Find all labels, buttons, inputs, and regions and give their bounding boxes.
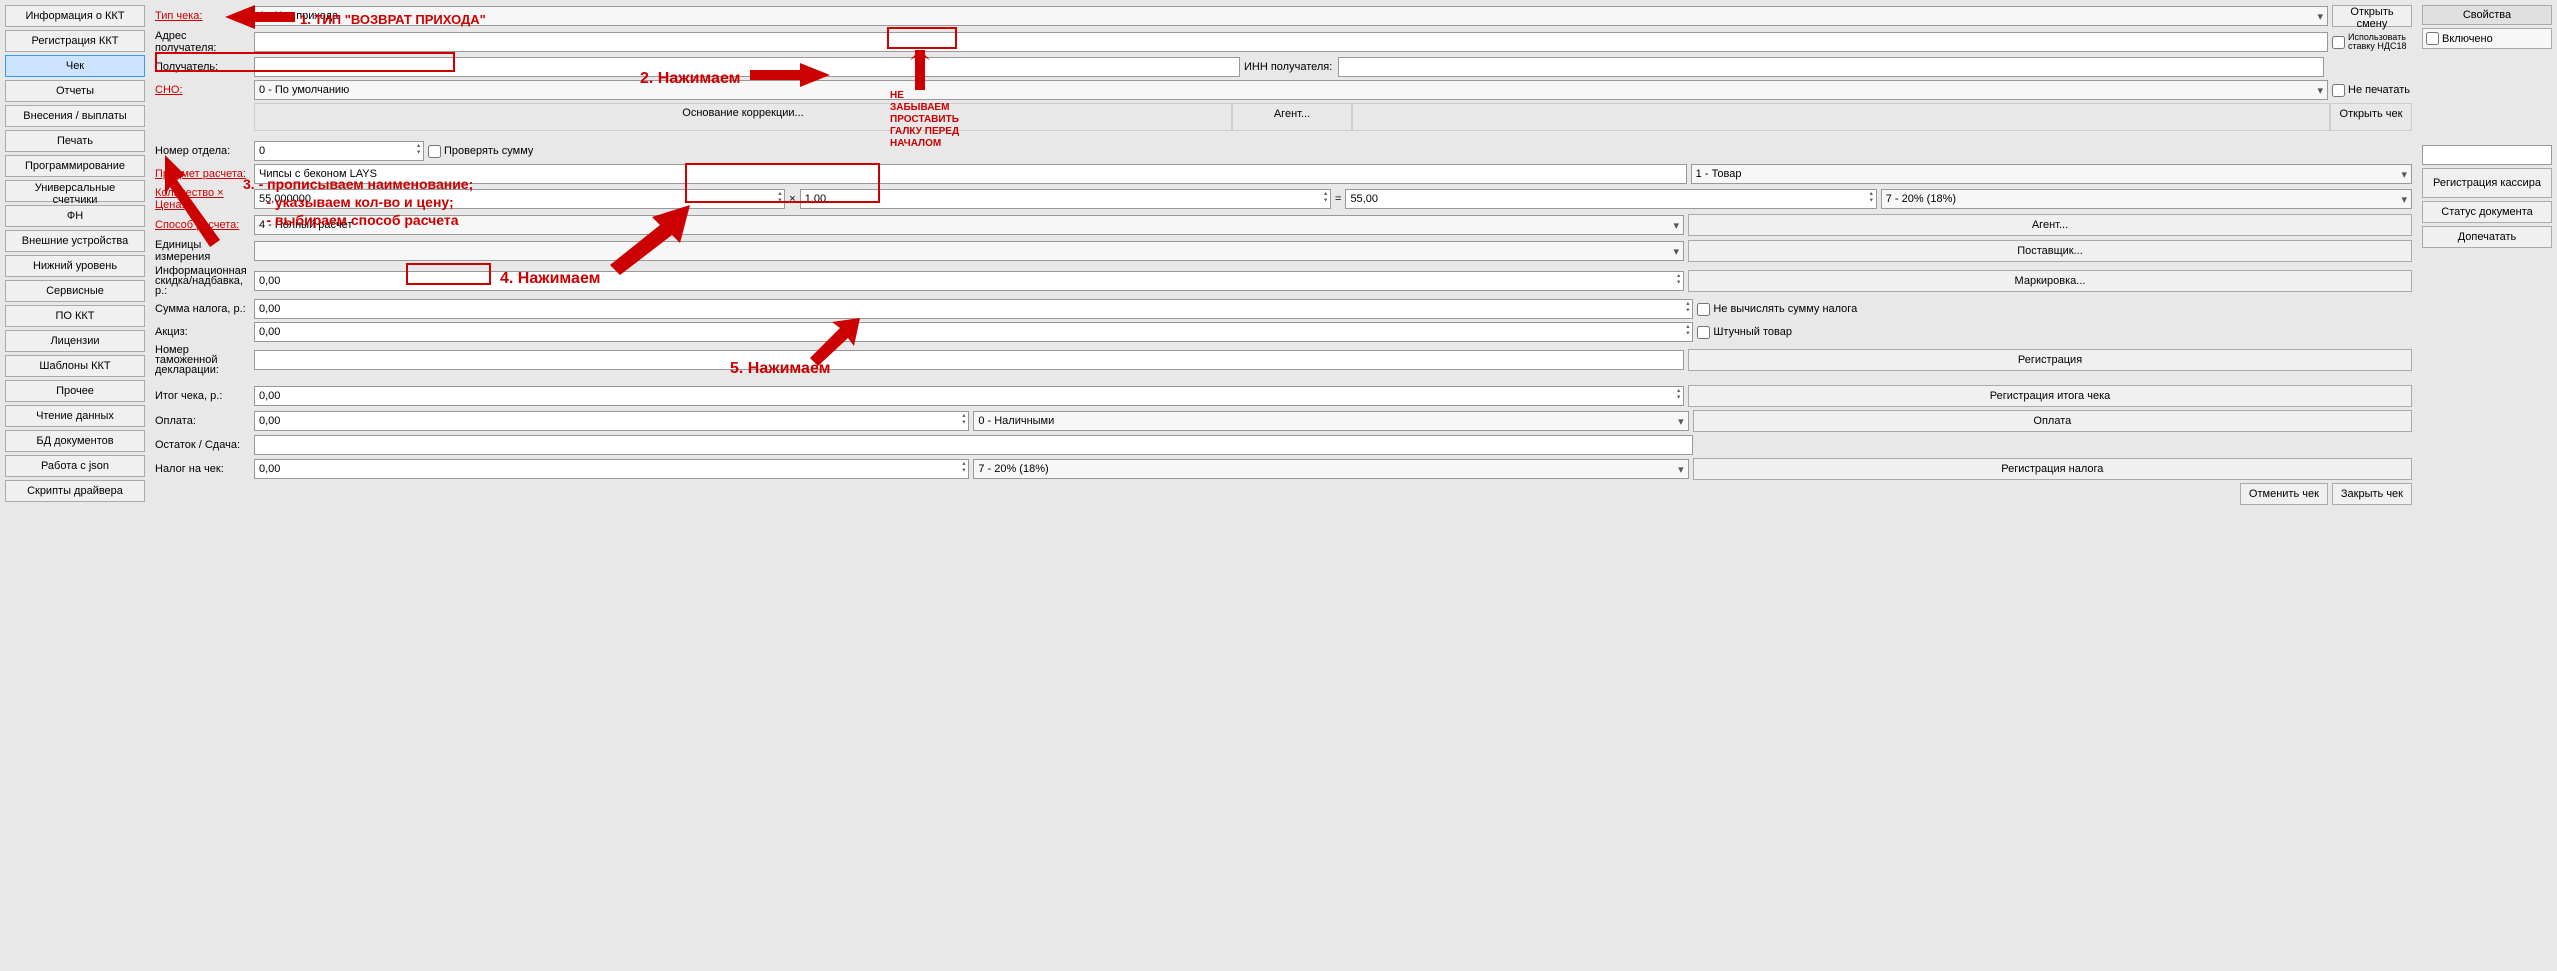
agent-button-top[interactable]: Агент... bbox=[1232, 103, 1352, 131]
agent-button[interactable]: Агент... bbox=[1688, 214, 2412, 236]
subject-type-combo[interactable]: 1 - Товар bbox=[1691, 164, 2412, 184]
sidebar-item-ext-devices[interactable]: Внешние устройства bbox=[5, 230, 145, 252]
properties-header: Свойства bbox=[2422, 5, 2552, 25]
close-check-button[interactable]: Закрыть чек bbox=[2332, 483, 2412, 505]
sno-combo[interactable]: 0 - По умолчанию bbox=[254, 80, 2328, 100]
open-shift-button[interactable]: Открыть смену bbox=[2332, 5, 2412, 27]
no-print-check[interactable]: Не печатать bbox=[2332, 84, 2412, 97]
sidebar-item-templates[interactable]: Шаблоны ККТ bbox=[5, 355, 145, 377]
right-panel: Свойства Включено Регистрация кассира Ст… bbox=[2417, 0, 2557, 600]
check-tax-label: Налог на чек: bbox=[155, 463, 250, 475]
customs-label: Номер таможенной декларации: bbox=[155, 345, 250, 375]
check-tax-input[interactable]: 0,00 bbox=[254, 459, 969, 479]
subject-input[interactable] bbox=[254, 164, 1687, 184]
check-type-combo[interactable]: 1 - Чек прихода bbox=[254, 6, 2328, 26]
price-input[interactable]: 1,00 bbox=[800, 189, 1331, 209]
info-discount-label: Информационная скидка/надбавка, р.: bbox=[155, 266, 250, 296]
sidebar-item-json[interactable]: Работа с json bbox=[5, 455, 145, 477]
check-total-label: Итог чека, р.: bbox=[155, 390, 250, 402]
qty-input[interactable]: 55,000000 bbox=[254, 189, 785, 209]
sno-label: СНО: bbox=[155, 84, 250, 96]
right-input[interactable] bbox=[2422, 145, 2552, 165]
tax-combo[interactable]: 7 - 20% (18%) bbox=[1881, 189, 2412, 209]
total-input[interactable]: 55,00 bbox=[1345, 189, 1876, 209]
marking-button[interactable]: Маркировка... bbox=[1688, 270, 2412, 292]
equals-label: = bbox=[1335, 193, 1341, 205]
sidebar-item-programming[interactable]: Программирование bbox=[5, 155, 145, 177]
sidebar-item-kkt-software[interactable]: ПО ККТ bbox=[5, 305, 145, 327]
check-tax-type-combo[interactable]: 7 - 20% (18%) bbox=[973, 459, 1688, 479]
sidebar-item-check[interactable]: Чек bbox=[5, 55, 145, 77]
excise-input[interactable]: 0,00 bbox=[254, 322, 1693, 342]
recipient-label: Получатель: bbox=[155, 61, 250, 73]
correction-button[interactable]: Основание коррекции... bbox=[254, 103, 1232, 131]
sidebar-item-print[interactable]: Печать bbox=[5, 130, 145, 152]
sidebar-item-reports[interactable]: Отчеты bbox=[5, 80, 145, 102]
use-vat18-check[interactable]: Использовать ставку НДС18 bbox=[2332, 33, 2412, 51]
reg-tax-button[interactable]: Регистрация налога bbox=[1693, 458, 2412, 480]
customs-input[interactable] bbox=[254, 350, 1684, 370]
sidebar-item-low-level[interactable]: Нижний уровень bbox=[5, 255, 145, 277]
excise-label: Акциз: bbox=[155, 326, 250, 338]
payment-button[interactable]: Оплата bbox=[1693, 410, 2412, 432]
sidebar-item-reg[interactable]: Регистрация ККТ bbox=[5, 30, 145, 52]
registration-button[interactable]: Регистрация bbox=[1688, 349, 2412, 371]
change-label: Остаток / Сдача: bbox=[155, 439, 250, 451]
inn-label: ИНН получателя: bbox=[1244, 61, 1334, 73]
enabled-check[interactable]: Включено bbox=[2422, 28, 2552, 49]
sidebar-item-scripts[interactable]: Скрипты драйвера bbox=[5, 480, 145, 502]
recipient-addr-input[interactable] bbox=[254, 32, 2328, 52]
dept-no-input[interactable]: 0 bbox=[254, 141, 424, 161]
sidebar-item-info[interactable]: Информация о ККТ bbox=[5, 5, 145, 27]
recipient-input[interactable] bbox=[254, 57, 1240, 77]
sidebar-item-db-docs[interactable]: БД документов bbox=[5, 430, 145, 452]
sidebar-item-read-data[interactable]: Чтение данных bbox=[5, 405, 145, 427]
tax-sum-input[interactable]: 0,00 bbox=[254, 299, 1693, 319]
payment-label: Оплата: bbox=[155, 415, 250, 427]
sidebar-item-fn[interactable]: ФН bbox=[5, 205, 145, 227]
verify-sum-check[interactable]: Проверять сумму bbox=[428, 145, 533, 158]
sidebar: Информация о ККТ Регистрация ККТ Чек Отч… bbox=[0, 0, 150, 600]
payment-input[interactable]: 0,00 bbox=[254, 411, 969, 431]
payment-type-combo[interactable]: 0 - Наличными bbox=[973, 411, 1688, 431]
piece-goods-check[interactable]: Штучный товар bbox=[1697, 326, 2412, 339]
open-check-button[interactable]: Открыть чек bbox=[2330, 103, 2412, 131]
supplier-button[interactable]: Поставщик... bbox=[1688, 240, 2412, 262]
tax-sum-label: Сумма налога, р.: bbox=[155, 303, 250, 315]
sidebar-item-licenses[interactable]: Лицензии bbox=[5, 330, 145, 352]
check-total-input[interactable]: 0,00 bbox=[254, 386, 1684, 406]
change-input[interactable] bbox=[254, 435, 1693, 455]
reg-check-total-button[interactable]: Регистрация итога чека bbox=[1688, 385, 2412, 407]
sidebar-item-deposits[interactable]: Внесения / выплаты bbox=[5, 105, 145, 127]
inn-input[interactable] bbox=[1338, 57, 2324, 77]
method-combo[interactable]: 4 - Полный расчет bbox=[254, 215, 1684, 235]
sidebar-item-other[interactable]: Прочее bbox=[5, 380, 145, 402]
sidebar-item-counters[interactable]: Универсальные счетчики bbox=[5, 180, 145, 202]
sidebar-item-service[interactable]: Сервисные bbox=[5, 280, 145, 302]
multiply-label: × bbox=[789, 193, 795, 205]
reg-cashier-button[interactable]: Регистрация кассира bbox=[2422, 168, 2552, 198]
reprint-button[interactable]: Допечатать bbox=[2422, 226, 2552, 248]
info-discount-input[interactable]: 0,00 bbox=[254, 271, 1684, 291]
main-panel: Тип чека: 1 - Чек прихода Открыть смену … bbox=[150, 0, 2417, 600]
units-combo[interactable] bbox=[254, 241, 1684, 261]
no-calc-tax-check[interactable]: Не вычислять сумму налога bbox=[1697, 303, 2412, 316]
cancel-check-button[interactable]: Отменить чек bbox=[2240, 483, 2328, 505]
doc-status-button[interactable]: Статус документа bbox=[2422, 201, 2552, 223]
recipient-addr-label: Адрес получателя: bbox=[155, 30, 250, 54]
